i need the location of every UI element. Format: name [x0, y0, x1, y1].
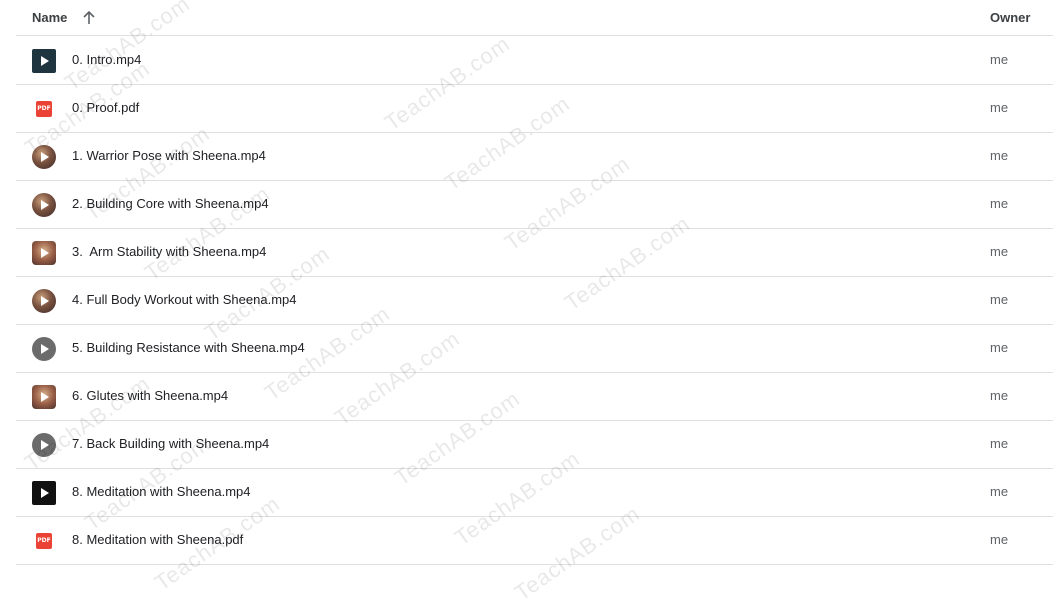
file-list: 0. Intro.mp4 me PDF 0. Proof.pdf me 1. W…: [16, 37, 1053, 565]
video-thumbnail-icon: [32, 385, 56, 409]
file-name: 7. Back Building with Sheena.mp4: [72, 436, 270, 451]
file-row[interactable]: 8. Meditation with Sheena.mp4 me: [16, 469, 1053, 517]
file-name: 6. Glutes with Sheena.mp4: [72, 388, 229, 403]
video-thumbnail-icon: [32, 433, 56, 457]
file-name: 4. Full Body Workout with Sheena.mp4: [72, 292, 297, 307]
file-owner: me: [990, 436, 1009, 451]
file-name: 8. Meditation with Sheena.mp4: [72, 484, 251, 499]
video-thumbnail-icon: [32, 337, 56, 361]
file-owner: me: [990, 340, 1009, 355]
file-row[interactable]: PDF 8. Meditation with Sheena.pdf me: [16, 517, 1053, 565]
file-row[interactable]: 5. Building Resistance with Sheena.mp4 m…: [16, 325, 1053, 373]
name-column-header[interactable]: Name: [32, 10, 67, 25]
file-owner: me: [990, 52, 1009, 67]
video-thumbnail-icon: [32, 145, 56, 169]
file-row[interactable]: 1. Warrior Pose with Sheena.mp4 me: [16, 133, 1053, 181]
file-owner: me: [990, 100, 1009, 115]
file-row[interactable]: 0. Intro.mp4 me: [16, 37, 1053, 85]
file-row[interactable]: 7. Back Building with Sheena.mp4 me: [16, 421, 1053, 469]
file-owner: me: [990, 292, 1009, 307]
file-name: 0. Intro.mp4: [72, 52, 142, 67]
video-icon: [32, 49, 56, 73]
file-owner: me: [990, 532, 1009, 547]
file-name: 2. Building Core with Sheena.mp4: [72, 196, 269, 211]
file-name: 3. Arm Stability with Sheena.mp4: [72, 244, 267, 259]
file-row[interactable]: 2. Building Core with Sheena.mp4 me: [16, 181, 1053, 229]
file-owner: me: [990, 244, 1009, 259]
file-owner: me: [990, 196, 1009, 211]
owner-column-header[interactable]: Owner: [990, 10, 1030, 25]
sort-ascending-icon[interactable]: [82, 10, 96, 26]
file-owner: me: [990, 148, 1009, 163]
video-thumbnail-icon: [32, 289, 56, 313]
pdf-icon: PDF: [36, 101, 52, 117]
file-name: 5. Building Resistance with Sheena.mp4: [72, 340, 305, 355]
file-row[interactable]: 4. Full Body Workout with Sheena.mp4 me: [16, 277, 1053, 325]
video-thumbnail-icon: [32, 193, 56, 217]
video-icon: [32, 481, 56, 505]
file-owner: me: [990, 484, 1009, 499]
pdf-icon: PDF: [36, 533, 52, 549]
file-owner: me: [990, 388, 1009, 403]
file-name: 8. Meditation with Sheena.pdf: [72, 532, 244, 547]
file-row[interactable]: 6. Glutes with Sheena.mp4 me: [16, 373, 1053, 421]
file-row[interactable]: 3. Arm Stability with Sheena.mp4 me: [16, 229, 1053, 277]
file-name: 1. Warrior Pose with Sheena.mp4: [72, 148, 266, 163]
file-row[interactable]: PDF 0. Proof.pdf me: [16, 85, 1053, 133]
file-name: 0. Proof.pdf: [72, 100, 140, 115]
video-thumbnail-icon: [32, 241, 56, 265]
file-list-header: Name Owner: [16, 0, 1053, 36]
